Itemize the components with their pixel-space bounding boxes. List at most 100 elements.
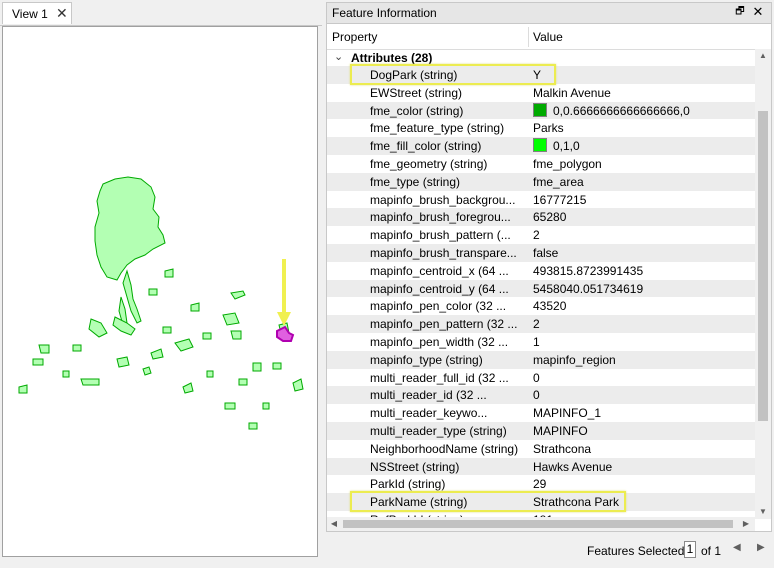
park-small-11[interactable] [292, 378, 304, 392]
attribute-row[interactable]: fme_type (string) fme_area [327, 172, 755, 191]
park-small-3[interactable] [230, 330, 242, 340]
attribute-row[interactable]: fme_fill_color (string) 0,1,0 [327, 137, 755, 155]
attribute-row[interactable]: mapinfo_centroid_x (64 ... 493815.8723991… [327, 262, 755, 280]
park-small-26[interactable] [238, 378, 248, 386]
attribute-property: multi_reader_full_id (32 ... [370, 370, 509, 385]
park-small-22[interactable] [148, 288, 158, 296]
column-header-property[interactable]: Property [332, 30, 377, 44]
scroll-left-icon[interactable]: ◀ [327, 517, 341, 531]
attribute-row[interactable]: fme_color (string) 0,0.6666666666666666,0 [327, 101, 755, 120]
park-small-9[interactable] [80, 378, 100, 386]
park-small-18[interactable] [72, 344, 82, 352]
vertical-scroll-thumb[interactable] [758, 111, 768, 421]
attribute-value: MAPINFO [533, 424, 588, 438]
park-small-6[interactable] [38, 344, 50, 354]
attribute-row[interactable]: mapinfo_pen_color (32 ... 43520 [327, 297, 755, 315]
park-small-13[interactable] [206, 370, 214, 378]
park-small-16[interactable] [182, 382, 194, 394]
park-small-28[interactable] [116, 356, 130, 368]
next-page-icon[interactable]: ▶ [757, 542, 765, 553]
park-small-5[interactable] [150, 348, 164, 360]
attribute-value: fme_area [533, 174, 584, 189]
column-header-value[interactable]: Value [533, 30, 563, 44]
attribute-value: 29 [533, 477, 547, 492]
scroll-up-icon[interactable]: ▲ [755, 49, 771, 63]
scroll-right-icon[interactable]: ▶ [739, 517, 753, 531]
park-small-21[interactable] [162, 326, 172, 334]
attribute-row[interactable]: mapinfo_centroid_y (64 ... 5458040.051734… [327, 279, 755, 298]
previous-page-icon[interactable]: ◀ [733, 542, 741, 553]
horizontal-scrollbar[interactable]: ◀ ▶ [327, 517, 755, 531]
attribute-property: mapinfo_brush_pattern (... [370, 228, 511, 243]
attribute-row[interactable]: mapinfo_brush_backgrou... 16777215 [327, 191, 755, 209]
attribute-value: fme_polygon [533, 157, 602, 171]
attribute-row[interactable]: mapinfo_brush_transpare... false [327, 244, 755, 262]
scroll-down-icon[interactable]: ▼ [755, 505, 771, 519]
attribute-value: 43520 [533, 299, 567, 314]
vertical-scrollbar[interactable]: ▲ ▼ [755, 49, 771, 519]
attribute-row[interactable]: multi_reader_id (32 ... 0 [327, 386, 755, 405]
map-canvas[interactable] [3, 27, 318, 557]
park-polygons [18, 176, 304, 430]
attribute-row[interactable]: mapinfo_pen_width (32 ... 1 [327, 333, 755, 351]
tab-view-1[interactable]: View 1 ✕ [2, 2, 72, 24]
park-large[interactable] [94, 176, 166, 281]
attribute-row[interactable]: multi_reader_keywo... MAPINFO_1 [327, 404, 755, 422]
page-number-input[interactable]: 1 [684, 541, 696, 558]
park-small-1[interactable] [230, 290, 246, 300]
color-swatch [533, 102, 547, 117]
attribute-property: fme_geometry (string) [370, 157, 488, 171]
attribute-row[interactable]: multi_reader_full_id (32 ... 0 [327, 369, 755, 387]
park-small-4[interactable] [174, 338, 194, 352]
park-west[interactable] [88, 318, 108, 338]
attribute-property: mapinfo_type (string) [370, 352, 483, 367]
attribute-row[interactable]: mapinfo_brush_foregrou... 65280 [327, 208, 755, 227]
attribute-row[interactable]: multi_reader_type (string) MAPINFO [327, 422, 755, 440]
attribute-row[interactable]: mapinfo_brush_pattern (... 2 [327, 226, 755, 244]
attribute-property: multi_reader_id (32 ... [370, 388, 487, 403]
horizontal-scroll-thumb[interactable] [343, 520, 733, 528]
close-icon[interactable]: ✕ [56, 5, 68, 22]
float-panel-icon[interactable]: 🗗 [733, 5, 747, 19]
attribute-property: mapinfo_pen_color (32 ... [370, 299, 507, 314]
attribute-value: 16777215 [533, 192, 587, 207]
attribute-row[interactable]: fme_feature_type (string) Parks [327, 119, 755, 137]
close-panel-icon[interactable]: ✕ [751, 4, 765, 20]
attribute-row[interactable]: NSStreet (string) Hawks Avenue [327, 457, 755, 476]
park-small-19[interactable] [62, 370, 70, 378]
panel-title: Feature Information [332, 6, 437, 20]
highlight-box [350, 491, 626, 513]
park-small-23[interactable] [164, 268, 174, 278]
park-small-2[interactable] [222, 312, 240, 326]
attribute-row[interactable]: EWStreet (string) Malkin Avenue [327, 84, 755, 102]
attribute-value: 0,1,0 [553, 139, 580, 154]
attribute-value: 0 [533, 388, 540, 403]
attribute-row[interactable]: NeighborhoodName (string) Strathcona [327, 440, 755, 458]
park-small-10[interactable] [224, 402, 236, 410]
attribute-row[interactable]: fme_geometry (string) fme_polygon [327, 155, 755, 173]
attribute-property: mapinfo_brush_transpare... [370, 246, 517, 260]
attribute-property: mapinfo_brush_foregrou... [370, 210, 511, 225]
park-small-7[interactable] [32, 358, 44, 366]
park-small-17[interactable] [142, 366, 152, 376]
park-small-27[interactable] [248, 422, 258, 430]
highlight-box [350, 64, 556, 85]
park-small-20[interactable] [272, 362, 282, 370]
park-small-15[interactable] [262, 402, 270, 410]
park-small-25[interactable] [202, 332, 212, 340]
attribute-table: ⌄ Attributes (28) DogPark (string) Y EWStr… [327, 49, 755, 519]
attribute-row[interactable]: mapinfo_type (string) mapinfo_region [327, 350, 755, 369]
attribute-row[interactable]: DogPark (string) Y [327, 64, 755, 85]
park-small-12[interactable] [252, 362, 262, 372]
column-divider[interactable] [528, 27, 529, 47]
map-view[interactable] [2, 26, 318, 557]
attribute-row[interactable]: ParkName (string) Strathcona Park [327, 491, 755, 513]
page-count-label: of 1 [701, 544, 722, 558]
park-small-8[interactable] [18, 384, 28, 394]
selected-park-polygon[interactable] [276, 325, 295, 342]
chevron-down-icon[interactable]: ⌄ [334, 50, 343, 63]
attribute-row[interactable]: mapinfo_pen_pattern (32 ... 2 [327, 315, 755, 333]
attribute-value: 0,0.6666666666666666,0 [553, 103, 690, 118]
park-small-24[interactable] [190, 302, 200, 312]
attribute-value: 2 [533, 317, 540, 332]
